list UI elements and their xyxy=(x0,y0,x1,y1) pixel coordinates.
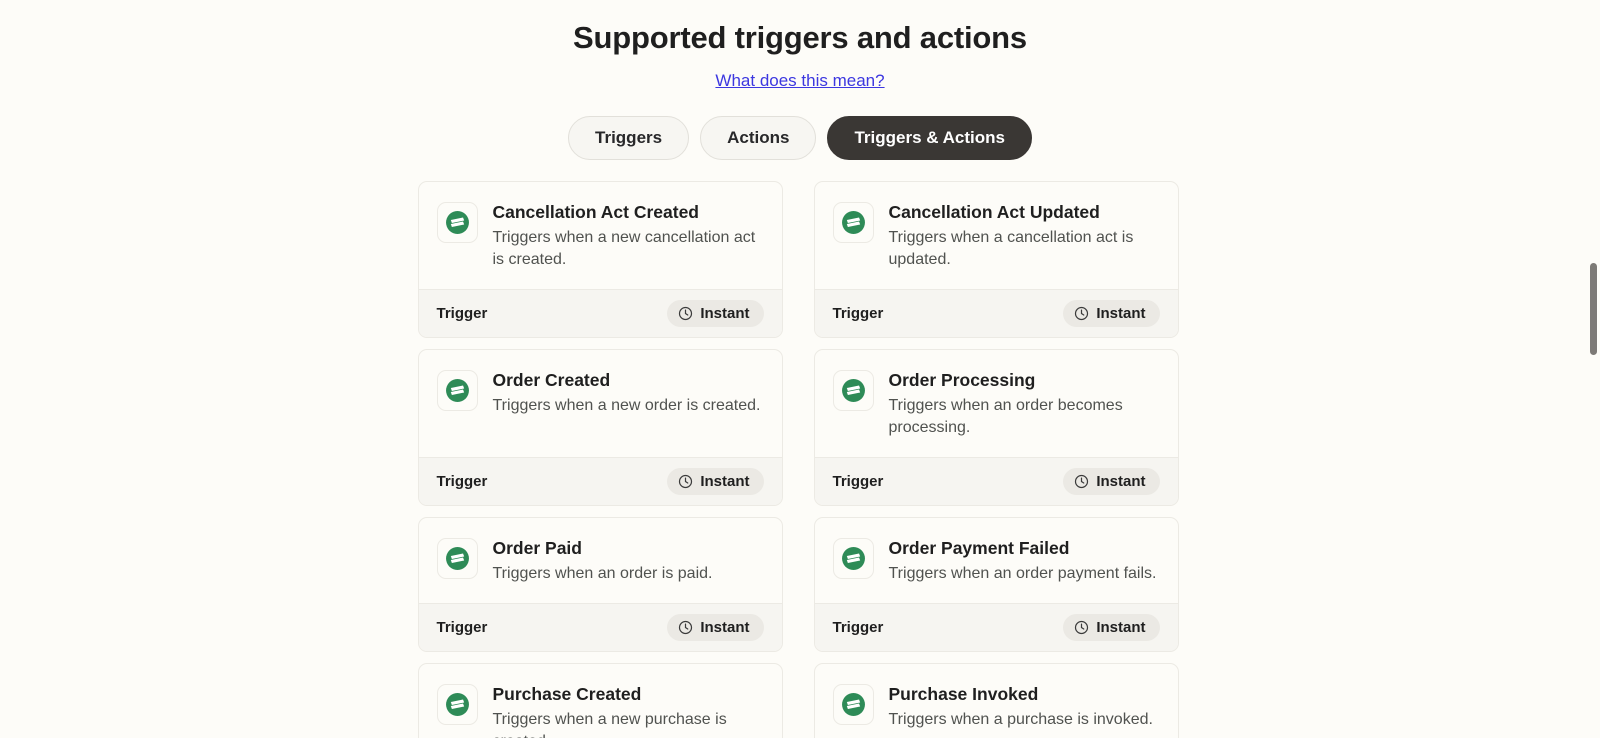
status-badge: Instant xyxy=(667,467,764,495)
card-title: Purchase Created xyxy=(492,683,642,704)
card-title: Cancellation Act Created xyxy=(492,201,700,222)
card-kind-label: Trigger xyxy=(436,618,488,636)
brand-logo-icon xyxy=(832,201,874,243)
brand-logo-icon xyxy=(832,683,874,725)
badge-label: Instant xyxy=(700,304,750,322)
card-description: Triggers when a purchase is invoked. xyxy=(888,710,1153,728)
card-title: Order Processing xyxy=(888,369,1036,390)
badge-label: Instant xyxy=(700,618,750,636)
card-kind-label: Trigger xyxy=(436,304,488,322)
clock-icon xyxy=(1074,306,1089,321)
card-description: Triggers when a new cancellation act is … xyxy=(492,228,756,268)
card-body: Purchase Created Triggers when a new purc… xyxy=(419,664,782,738)
clock-icon xyxy=(678,474,693,489)
status-badge: Instant xyxy=(667,299,764,327)
card-body: Order Processing Triggers when an order b… xyxy=(815,350,1178,457)
trigger-card[interactable]: Purchase Created Triggers when a new purc… xyxy=(417,662,783,738)
card-footer: Trigger Instant xyxy=(418,456,782,505)
card-description: Triggers when a cancellation act is upda… xyxy=(888,228,1134,268)
card-footer: Trigger Instant xyxy=(418,288,782,337)
brand-logo-icon xyxy=(436,201,478,243)
card-description: Triggers when a new purchase is created. xyxy=(492,710,727,738)
card-footer: Trigger Instant xyxy=(814,456,1178,505)
card-text: Purchase Created Triggers when a new purc… xyxy=(493,684,764,738)
trigger-card[interactable]: Order Created Triggers when a new order i… xyxy=(417,348,783,506)
brand-logo-icon xyxy=(436,537,478,579)
card-body: Order Paid Triggers when an order is paid… xyxy=(419,518,782,603)
card-body: Order Created Triggers when a new order i… xyxy=(419,350,782,457)
vertical-scrollbar[interactable] xyxy=(1586,0,1600,738)
clock-icon xyxy=(678,620,693,635)
card-description: Triggers when an order becomes processin… xyxy=(888,396,1123,436)
card-text: Order Payment Failed Triggers when an ord… xyxy=(889,538,1160,585)
brand-logo-icon xyxy=(436,369,478,411)
page-title: Supported triggers and actions xyxy=(573,20,1027,55)
brand-logo-icon xyxy=(436,683,478,725)
card-kind-label: Trigger xyxy=(832,618,884,636)
card-description: Triggers when a new order is created. xyxy=(492,396,761,414)
card-footer: Trigger Instant xyxy=(814,288,1178,337)
card-text: Cancellation Act Created Triggers when a … xyxy=(493,202,764,271)
card-body: Purchase Invoked Triggers when a purchase… xyxy=(815,664,1178,738)
clock-icon xyxy=(1074,620,1089,635)
trigger-card[interactable]: Cancellation Act Updated Triggers when a … xyxy=(813,180,1179,338)
card-title: Cancellation Act Updated xyxy=(888,201,1100,222)
card-body: Cancellation Act Updated Triggers when a … xyxy=(815,182,1178,289)
trigger-card[interactable]: Order Payment Failed Triggers when an ord… xyxy=(813,516,1179,652)
card-description: Triggers when an order payment fails. xyxy=(888,564,1157,582)
card-footer: Trigger Instant xyxy=(814,602,1178,651)
page-root: Supported triggers and actions What does… xyxy=(0,0,1600,738)
tab-triggers-and-actions[interactable]: Triggers & Actions xyxy=(827,116,1032,160)
card-kind-label: Trigger xyxy=(832,472,884,490)
card-kind-label: Trigger xyxy=(436,472,488,490)
brand-logo-icon xyxy=(832,369,874,411)
card-text: Cancellation Act Updated Triggers when a … xyxy=(889,202,1160,271)
card-text: Order Created Triggers when a new order i… xyxy=(493,370,764,439)
trigger-card[interactable]: Purchase Invoked Triggers when a purchase… xyxy=(813,662,1179,738)
card-body: Cancellation Act Created Triggers when a … xyxy=(419,182,782,289)
badge-label: Instant xyxy=(700,472,750,490)
card-text: Purchase Invoked Triggers when a purchase… xyxy=(889,684,1160,738)
card-body: Order Payment Failed Triggers when an ord… xyxy=(815,518,1178,603)
scrollbar-thumb[interactable] xyxy=(1590,263,1597,355)
card-title: Order Paid xyxy=(492,537,582,558)
what-does-this-mean-link[interactable]: What does this mean? xyxy=(715,71,884,91)
trigger-card[interactable]: Order Paid Triggers when an order is paid… xyxy=(417,516,783,652)
status-badge: Instant xyxy=(667,613,764,641)
trigger-card[interactable]: Cancellation Act Created Triggers when a … xyxy=(417,180,783,338)
status-badge: Instant xyxy=(1063,613,1160,641)
badge-label: Instant xyxy=(1096,304,1146,322)
tab-actions[interactable]: Actions xyxy=(700,116,817,160)
badge-label: Instant xyxy=(1096,472,1146,490)
tab-triggers[interactable]: Triggers xyxy=(568,116,690,160)
filter-tabs: Triggers Actions Triggers & Actions xyxy=(0,116,1600,160)
clock-icon xyxy=(678,306,693,321)
clock-icon xyxy=(1074,474,1089,489)
card-title: Order Payment Failed xyxy=(888,537,1070,558)
trigger-card[interactable]: Order Processing Triggers when an order b… xyxy=(813,348,1179,506)
status-badge: Instant xyxy=(1063,467,1160,495)
badge-label: Instant xyxy=(1096,618,1146,636)
card-text: Order Paid Triggers when an order is paid… xyxy=(493,538,764,585)
brand-logo-icon xyxy=(832,537,874,579)
card-title: Order Created xyxy=(492,369,611,390)
status-badge: Instant xyxy=(1063,299,1160,327)
page-header: Supported triggers and actions What does… xyxy=(0,0,1600,91)
card-description: Triggers when an order is paid. xyxy=(492,564,713,582)
cards-grid: Cancellation Act Created Triggers when a … xyxy=(417,180,1183,738)
card-title: Purchase Invoked xyxy=(888,683,1039,704)
card-kind-label: Trigger xyxy=(832,304,884,322)
card-text: Order Processing Triggers when an order b… xyxy=(889,370,1160,439)
card-footer: Trigger Instant xyxy=(418,602,782,651)
